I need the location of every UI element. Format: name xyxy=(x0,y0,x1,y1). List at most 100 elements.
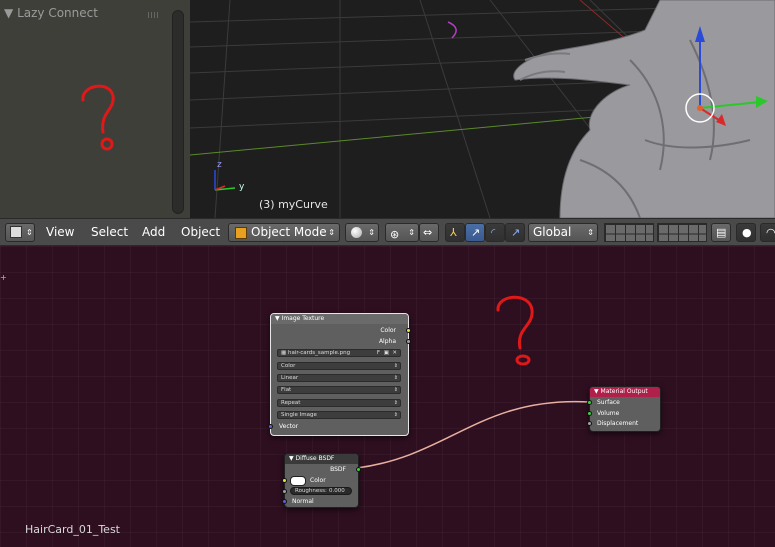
viewport-shading-button[interactable]: ⇕ xyxy=(345,223,379,242)
menu-select[interactable]: Select xyxy=(91,223,128,242)
manipulator-center-button[interactable]: ⇔ xyxy=(419,223,439,242)
collapse-triangle-icon[interactable]: ▼ xyxy=(275,315,280,322)
chevron-updown-icon: ⇕ xyxy=(328,228,335,237)
image-texture-node[interactable]: ▼ Image Texture Color Alpha ▦ hair-cards… xyxy=(268,313,411,436)
material-output-node[interactable]: ▼ Material Output Surface Volume Displac… xyxy=(587,386,661,432)
axis-manipulator-icon: ⅄ xyxy=(450,226,457,239)
active-object-label: (3) myCurve xyxy=(259,198,328,211)
axis-z-label: z xyxy=(217,160,222,170)
output-bsdf-socket[interactable] xyxy=(356,467,361,472)
input-vector-label: Vector xyxy=(279,423,299,430)
chevron-updown-icon: ⇕ xyxy=(587,228,594,237)
interpolation-select[interactable]: Linear ⇕ xyxy=(277,374,401,382)
panel-scrollbar[interactable] xyxy=(172,10,184,214)
proportional-edit-button[interactable]: ● xyxy=(736,223,756,242)
fake-user-icon[interactable]: F xyxy=(377,350,380,356)
chevron-updown-icon: ⇕ xyxy=(368,228,375,237)
interpolation-value: Linear xyxy=(281,375,299,381)
output-color-socket[interactable] xyxy=(406,328,411,333)
layer-lock-button[interactable]: ▤ xyxy=(711,223,731,242)
question-mark-annotation-icon xyxy=(496,295,534,366)
input-vector-socket[interactable] xyxy=(268,424,273,429)
input-surface-socket[interactable] xyxy=(587,400,592,405)
input-displacement-label: Displacement xyxy=(597,420,639,427)
chevron-updown-icon: ⇕ xyxy=(393,387,398,393)
material-output-node-header[interactable]: ▼ Material Output xyxy=(590,387,660,397)
diffuse-bsdf-title: Diffuse BSDF xyxy=(295,455,335,462)
roughness-field[interactable]: Roughness: 0.000 xyxy=(290,487,352,495)
input-roughness-socket[interactable] xyxy=(282,489,287,494)
lazy-connect-header[interactable]: ▼ Lazy Connect xyxy=(4,6,98,20)
lazy-connect-title: Lazy Connect xyxy=(17,6,98,20)
node-editor[interactable]: + ▼ Image Texture Color Alpha ▦ hair-car… xyxy=(0,246,775,547)
output-alpha-socket[interactable] xyxy=(406,339,411,344)
scene-layers-grid-1[interactable] xyxy=(604,223,654,242)
pivot-point-button[interactable]: ⊛ ⇕ xyxy=(385,223,419,242)
image-texture-node-header[interactable]: ▼ Image Texture xyxy=(271,314,408,324)
input-normal-socket[interactable] xyxy=(282,499,287,504)
collapse-triangle-icon[interactable]: ▼ xyxy=(289,455,294,462)
scale-arrow-icon: ↗ xyxy=(511,226,521,239)
rotate-arc-icon: ◜ xyxy=(491,226,496,239)
layers-icon: ▤ xyxy=(716,226,727,239)
source-select[interactable]: Single Image ⇕ xyxy=(277,411,401,419)
pivot-icon: ⊛ xyxy=(390,228,400,241)
chevron-updown-icon: ⇕ xyxy=(26,228,33,237)
axis-y-label: y xyxy=(239,182,245,192)
question-mark-annotation-icon xyxy=(81,84,115,151)
viewport-header-toolbar: ⇕ View Select Add Object Object Mode ⇕ ⇕… xyxy=(0,218,775,246)
image-browse-icon: ▦ xyxy=(281,350,287,356)
extension-select[interactable]: Repeat ⇕ xyxy=(277,399,401,407)
chevron-updown-icon: ⇕ xyxy=(408,228,415,237)
color-swatch[interactable] xyxy=(290,476,306,486)
editor-type-button[interactable]: ⇕ xyxy=(5,223,35,242)
circle-icon: ● xyxy=(742,226,752,239)
unlink-x-icon[interactable]: ✕ xyxy=(392,350,397,356)
output-alpha-label: Alpha xyxy=(378,338,396,345)
collapse-triangle-icon[interactable]: ▼ xyxy=(4,6,13,20)
open-file-icon[interactable]: ▣ xyxy=(384,350,389,356)
translate-arrow-icon: ↗ xyxy=(471,226,481,239)
arrows-horizontal-icon: ⇔ xyxy=(423,226,433,239)
rotate-manipulator-button[interactable]: ◜ xyxy=(485,223,505,242)
output-bsdf-label: BSDF xyxy=(330,466,346,473)
manipulator-toggle-button[interactable]: ⅄ xyxy=(445,223,465,242)
input-volume-socket[interactable] xyxy=(587,411,592,416)
collapse-triangle-icon[interactable]: ▼ xyxy=(594,388,599,395)
color-space-select[interactable]: Color ⇕ xyxy=(277,362,401,370)
color-space-value: Color xyxy=(281,363,296,369)
3d-viewport[interactable]: z y (3) myCurve xyxy=(190,0,775,218)
object-mode-icon xyxy=(235,227,247,239)
diffuse-bsdf-node-header[interactable]: ▼ Diffuse BSDF xyxy=(285,454,358,464)
input-surface-label: Surface xyxy=(597,399,620,406)
menu-object[interactable]: Object xyxy=(181,223,220,242)
solid-sphere-icon xyxy=(351,227,362,238)
image-selector[interactable]: ▦ hair-cards_sample.png F ▣ ✕ xyxy=(277,349,401,357)
panel-drag-grip-icon[interactable] xyxy=(148,12,160,18)
material-output-title: Material Output xyxy=(600,388,648,395)
magnet-icon: ◠ xyxy=(766,226,775,239)
menu-view[interactable]: View xyxy=(46,223,74,242)
roughness-value: 0.000 xyxy=(329,488,345,494)
transform-orientation-select[interactable]: Global ⇕ xyxy=(528,223,598,242)
snap-toggle-button[interactable]: ◠ xyxy=(760,223,775,242)
mode-select[interactable]: Object Mode ⇕ xyxy=(228,223,340,242)
cube-icon xyxy=(10,226,22,238)
input-color-socket[interactable] xyxy=(282,478,287,483)
input-displacement-socket[interactable] xyxy=(587,421,592,426)
scale-manipulator-button[interactable]: ↗ xyxy=(505,223,525,242)
input-color-label: Color xyxy=(310,477,326,484)
diffuse-bsdf-node[interactable]: ▼ Diffuse BSDF BSDF Color Roughness: 0.0… xyxy=(282,453,361,508)
projection-select[interactable]: Flat ⇕ xyxy=(277,386,401,394)
chevron-updown-icon: ⇕ xyxy=(393,400,398,406)
projection-value: Flat xyxy=(281,387,292,393)
output-color-label: Color xyxy=(380,327,396,334)
orientation-label: Global xyxy=(533,225,572,239)
mode-label: Object Mode xyxy=(251,225,327,239)
material-name-label: HairCard_01_Test xyxy=(25,523,120,536)
viewport-grid xyxy=(190,0,775,218)
scene-layers-grid-2[interactable] xyxy=(657,223,707,242)
translate-manipulator-button[interactable]: ↗ xyxy=(465,223,485,242)
extension-value: Repeat xyxy=(281,400,301,406)
menu-add[interactable]: Add xyxy=(142,223,165,242)
